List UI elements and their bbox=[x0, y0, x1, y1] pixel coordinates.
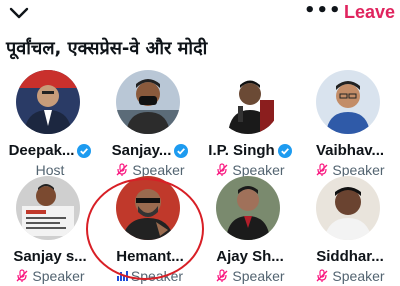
participant-tile[interactable]: Sanjay... Speaker bbox=[100, 70, 200, 180]
verified-badge-icon bbox=[174, 143, 189, 158]
participant-tile[interactable]: Deepak... Host bbox=[0, 70, 100, 180]
muted-mic-icon bbox=[16, 269, 28, 282]
participant-name: Siddhar... bbox=[316, 248, 384, 265]
muted-mic-icon bbox=[116, 163, 128, 176]
verified-badge-icon bbox=[277, 143, 292, 158]
annotation-circle bbox=[86, 178, 204, 280]
participant-tile[interactable]: Vaibhav... Speaker bbox=[300, 70, 400, 180]
participant-role: Speaker bbox=[332, 268, 385, 284]
muted-mic-icon bbox=[216, 269, 228, 282]
more-icon[interactable]: ••• bbox=[304, 2, 342, 20]
participant-tile[interactable]: I.P. Singh Speaker bbox=[200, 70, 300, 180]
participant-name: I.P. Singh bbox=[208, 142, 275, 159]
participant-name: Deepak... bbox=[8, 142, 75, 159]
participant-role: Speaker bbox=[32, 268, 85, 284]
participant-name: Sanjay s... bbox=[13, 248, 87, 265]
participant-name: Sanjay... bbox=[111, 142, 172, 159]
participant-tile[interactable]: Siddhar... Speaker bbox=[300, 176, 400, 286]
avatar bbox=[16, 70, 80, 134]
chevron-down-icon[interactable] bbox=[8, 4, 30, 22]
leave-button[interactable]: Leave bbox=[344, 2, 395, 23]
avatar bbox=[216, 176, 280, 240]
participant-name: Ajay Sh... bbox=[216, 248, 284, 265]
verified-badge-icon bbox=[77, 143, 92, 158]
participant-name: Vaibhav... bbox=[315, 142, 385, 159]
space-title: पूर्वांचल, एक्सप्रेस-वे और मोदी bbox=[6, 38, 208, 59]
participant-tile[interactable]: Ajay Sh... Speaker bbox=[200, 176, 300, 286]
participant-tile[interactable]: Sanjay s... Speaker bbox=[0, 176, 100, 286]
avatar bbox=[316, 176, 380, 240]
avatar bbox=[116, 70, 180, 134]
muted-mic-icon bbox=[316, 163, 328, 176]
muted-mic-icon bbox=[216, 163, 228, 176]
top-bar: ••• Leave bbox=[0, 0, 400, 28]
avatar bbox=[16, 176, 80, 240]
avatar bbox=[316, 70, 380, 134]
avatar bbox=[216, 70, 280, 134]
muted-mic-icon bbox=[316, 269, 328, 282]
participant-role: Speaker bbox=[232, 268, 285, 284]
